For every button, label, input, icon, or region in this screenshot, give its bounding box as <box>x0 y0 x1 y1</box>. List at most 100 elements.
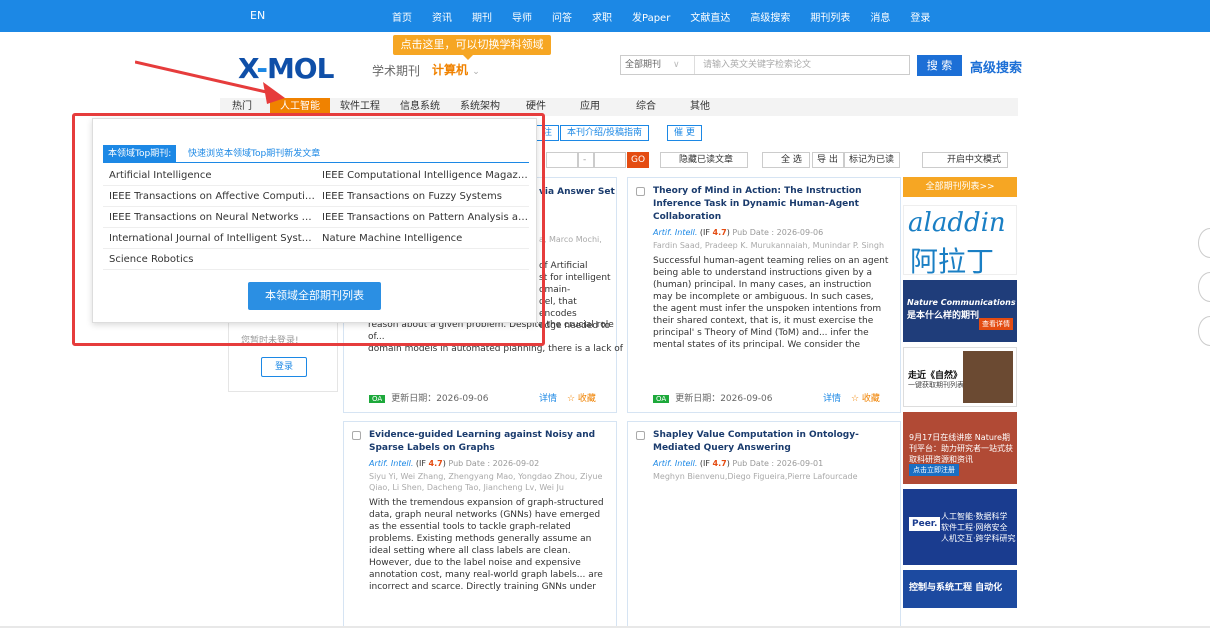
article-checkbox[interactable] <box>636 431 645 440</box>
impact-factor-close: ) <box>442 459 446 468</box>
nav-qa[interactable]: 问答 <box>552 9 572 24</box>
export-button[interactable]: 导 出 <box>812 152 844 168</box>
nature-communications-ad[interactable]: Nature Communications 是本什么样的期刊 查看详情 <box>903 280 1017 342</box>
control-systems-ad[interactable]: 控制与系统工程 自动化 <box>903 570 1017 608</box>
article-authors: Siyu Yi, Wei Zhang, Zhengyang Mao, Yongd… <box>369 472 603 492</box>
impact-factor: 4.7 <box>712 459 727 468</box>
search-scope-select[interactable]: 全部期刊 ∨ <box>621 56 695 74</box>
nav-advanced-search[interactable]: 高级搜索 <box>750 9 790 24</box>
article-title[interactable]: Evidence-guided Learning against Noisy a… <box>369 429 606 455</box>
article-footer: OA 更新日期：2026-09-06 详情 ☆ 收藏 <box>653 391 893 404</box>
tab-other[interactable]: 其他 <box>680 98 720 116</box>
nav-news[interactable]: 资讯 <box>432 9 452 24</box>
ad-aladdin-cn: 阿拉丁 <box>910 245 995 275</box>
details-link[interactable]: 详情 <box>823 391 841 404</box>
nav-publish[interactable]: 发Paper <box>632 9 670 24</box>
tab-applications[interactable]: 应用 <box>570 98 610 116</box>
pub-date: Pub Date : 2026-09-01 <box>732 459 824 468</box>
all-journals-list-button[interactable]: 全部期刊列表>> <box>903 177 1017 197</box>
ad-aladdin-en: aladdin <box>908 208 1006 238</box>
nav-login[interactable]: 登录 <box>910 9 930 24</box>
aladdin-ad[interactable]: aladdin 阿拉丁 <box>903 205 1017 275</box>
select-all-toggle[interactable]: 全 选 <box>762 152 810 168</box>
nav-home[interactable]: 首页 <box>392 9 412 24</box>
peer-journal-ad[interactable]: Peer. 人工智能·数据科学 软件工程·网络安全 人机交互·跨学科研究 <box>903 489 1017 565</box>
impact-factor: 4.7 <box>428 459 443 468</box>
search-input[interactable]: 请输入英文关键字检索论文 <box>695 56 909 74</box>
update-date: 更新日期：2026-09-06 <box>675 394 773 404</box>
springer-lecture-ad[interactable]: 9月17日在线讲座 Nature期刊平台：助力研究者一站式获取科研资源和资讯 点… <box>903 412 1017 484</box>
article-checkbox[interactable] <box>352 431 361 440</box>
article-title[interactable]: via Answer Set <box>539 187 615 197</box>
login-button[interactable]: 登录 <box>261 357 307 377</box>
impact-factor-close: ) <box>726 459 730 468</box>
float-button[interactable] <box>1198 272 1210 302</box>
nav-jobs[interactable]: 求职 <box>592 9 612 24</box>
impact-factor-label: (IF <box>699 228 710 237</box>
favorite-button[interactable]: ☆ 收藏 <box>567 391 596 404</box>
details-link[interactable]: 详情 <box>539 391 557 404</box>
article-card: Theory of Mind in Action: The Instructio… <box>627 177 901 413</box>
article-authors: Fardin Saad, Pradeep K. Murukannaiah, Mu… <box>653 241 885 250</box>
favorite-button[interactable]: ☆ 收藏 <box>851 391 880 404</box>
update-date: 更新日期：2026-09-06 <box>391 394 489 404</box>
page-to-input[interactable] <box>594 152 626 168</box>
article-title[interactable]: Shapley Value Computation in Ontology-Me… <box>653 429 890 455</box>
nav-mentors[interactable]: 导师 <box>512 9 532 24</box>
ad-text: 人工智能·数据科学 软件工程·网络安全 人机交互·跨学科研究 <box>941 512 1016 543</box>
page-from-input[interactable] <box>546 152 578 168</box>
float-button[interactable] <box>1198 228 1210 258</box>
pub-date: Pub Date : 2026-09-06 <box>732 228 824 237</box>
article-authors: Meghyn Bienvenu,Diego Figueira,Pierre La… <box>653 472 858 481</box>
highlight-box <box>72 113 545 346</box>
abstract-line: st for intelligent <box>539 273 611 283</box>
ad-button: 点击立即注册 <box>909 464 959 476</box>
journal-guide-button[interactable]: 本刊介绍/投稿指南 <box>560 125 650 141</box>
article-meta: Artif. Intell. (IF 4.7) Pub Date : 2026-… <box>653 459 890 468</box>
go-button[interactable]: GO <box>627 152 649 168</box>
article-title[interactable]: Theory of Mind in Action: The Instructio… <box>653 185 890 224</box>
article-authors: a, Marco Mochi, <box>539 235 602 244</box>
chinese-mode-toggle[interactable]: 开启中文模式 <box>922 152 1008 168</box>
logo-subtitle: 学术期刊 <box>372 64 421 78</box>
nature-cover-image <box>963 351 1013 403</box>
article-card: Evidence-guided Learning against Noisy a… <box>343 421 617 628</box>
hide-read-toggle[interactable]: 隐藏已读文章 <box>660 152 748 168</box>
ad-text: 控制与系统工程 自动化 <box>909 583 1003 593</box>
language-switch[interactable]: EN <box>250 9 265 22</box>
nature-portfolio-ad[interactable]: 走近《自然》 一键获取期刊列表 <box>903 347 1017 407</box>
open-access-badge: OA <box>653 395 670 403</box>
field-label: 计算机 <box>432 63 469 77</box>
tab-comprehensive[interactable]: 综合 <box>626 98 666 116</box>
nav-journal-list[interactable]: 期刊列表 <box>810 9 850 24</box>
chevron-down-icon: ∨ <box>673 60 680 70</box>
article-abstract: With the tremendous expansion of graph-s… <box>369 498 604 592</box>
journal-name[interactable]: Artif. Intell. <box>653 228 697 237</box>
article-checkbox[interactable] <box>636 187 645 196</box>
impact-factor-label: (IF <box>699 459 710 468</box>
top-nav-bar: EN 首页 资讯 期刊 导师 问答 求职 发Paper 文献直达 高级搜索 期刊… <box>0 0 1210 32</box>
nav-literature[interactable]: 文献直达 <box>690 9 730 24</box>
float-button[interactable] <box>1198 316 1210 346</box>
search-bar: 全部期刊 ∨ 请输入英文关键字检索论文 <box>620 55 910 75</box>
field-selector[interactable]: 计算机 ⌄ <box>432 61 480 78</box>
nav-messages[interactable]: 消息 <box>870 9 890 24</box>
page-dash: - <box>578 152 594 168</box>
chevron-down-icon: ⌄ <box>472 67 480 77</box>
peer-badge: Peer. <box>909 517 941 531</box>
mark-read-button[interactable]: 标记为已读 <box>844 152 900 168</box>
journal-name[interactable]: Artif. Intell. <box>653 459 697 468</box>
main-nav: 首页 资讯 期刊 导师 问答 求职 发Paper 文献直达 高级搜索 期刊列表 … <box>392 9 950 24</box>
abstract-line: of Artificial <box>539 261 588 271</box>
search-button[interactable]: 搜 索 <box>917 55 962 76</box>
advanced-search-link[interactable]: 高级搜索 <box>970 57 1022 76</box>
ad-title: Nature Communications <box>907 298 1016 307</box>
ad-button: 查看详情 <box>979 318 1013 330</box>
abstract-line: omain- <box>539 285 571 295</box>
urge-button[interactable]: 催 更 <box>667 125 702 141</box>
article-abstract: Successful human-agent teaming relies on… <box>653 256 889 350</box>
nav-journals[interactable]: 期刊 <box>472 9 492 24</box>
select-all-label: 全 选 <box>781 155 802 165</box>
field-switch-tooltip: 点击这里，可以切换学科领域 <box>393 35 551 60</box>
journal-name[interactable]: Artif. Intell. <box>369 459 413 468</box>
